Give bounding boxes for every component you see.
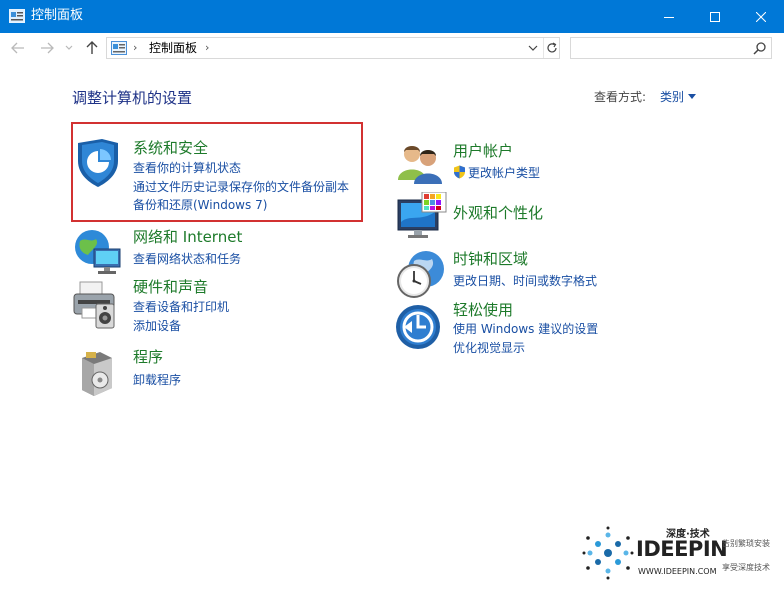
link-devices-printers[interactable]: 查看设备和打印机	[133, 299, 229, 315]
watermark-tagline: 告别繁琐安装	[722, 539, 770, 548]
forward-button[interactable]	[37, 38, 57, 58]
link-change-account-type[interactable]: 更改帐户类型	[468, 165, 540, 181]
chevron-down-icon	[528, 45, 538, 51]
category-title[interactable]: 系统和安全	[133, 139, 208, 158]
view-by-dropdown[interactable]: 类别	[660, 88, 697, 106]
maximize-button[interactable]	[692, 0, 738, 33]
ease-of-access-icon[interactable]	[396, 301, 448, 353]
category-title[interactable]: 外观和个性化	[453, 204, 543, 223]
ideepin-logo-icon	[582, 526, 634, 580]
link-add-device[interactable]: 添加设备	[133, 318, 181, 334]
category-network-internet: 网络和 Internet 查看网络状态和任务	[72, 227, 362, 274]
navigation-bar: › 控制面板 ›	[0, 33, 784, 63]
users-icon[interactable]	[396, 140, 448, 192]
link-uninstall-program[interactable]: 卸载程序	[133, 372, 181, 388]
window-title: 控制面板	[31, 8, 84, 23]
refresh-icon	[547, 42, 557, 53]
minimize-icon	[664, 16, 674, 18]
clock-globe-icon[interactable]	[396, 249, 448, 301]
arrow-right-icon	[41, 42, 54, 54]
link-change-date-time-format[interactable]: 更改日期、时间或数字格式	[453, 273, 597, 289]
category-system-security: 系统和安全 查看你的计算机状态 通过文件历史记录保存你的文件备份副本 备份和还原…	[72, 137, 362, 217]
monitor-palette-icon[interactable]	[396, 192, 448, 244]
link-view-computer-status[interactable]: 查看你的计算机状态	[133, 160, 241, 176]
minimize-button[interactable]	[646, 0, 692, 33]
control-panel-window: 控制面板 › 控制面板 › 调整计算机的设置 查看方式: 类别 系统和安全 查看…	[0, 0, 784, 593]
address-bar[interactable]: › 控制面板 ›	[106, 37, 560, 59]
close-icon	[756, 11, 766, 22]
control-panel-icon	[9, 9, 25, 23]
watermark-brand: IDEEPIN	[636, 537, 728, 561]
category-hardware-sound: 硬件和声音 查看设备和打印机 添加设备	[72, 278, 362, 338]
address-history-button[interactable]	[525, 40, 541, 56]
category-title[interactable]: 网络和 Internet	[133, 228, 242, 247]
watermark: 深度·技术 IDEEPIN WWW.IDEEPIN.COM 告别繁琐安装 享受深…	[580, 522, 784, 593]
view-by-value[interactable]: 类别	[660, 90, 684, 104]
watermark-tagline: 享受深度技术	[722, 563, 770, 572]
breadcrumb-item[interactable]: 控制面板	[149, 41, 197, 55]
link-backup-restore[interactable]: 备份和还原(Windows 7)	[133, 197, 267, 213]
view-by-label: 查看方式:	[594, 90, 647, 104]
page-title: 调整计算机的设置	[72, 89, 193, 107]
category-programs: 程序 卸载程序	[72, 348, 362, 396]
arrow-up-icon	[86, 41, 98, 54]
up-button[interactable]	[82, 38, 102, 58]
breadcrumb-separator-icon[interactable]: ›	[133, 41, 137, 54]
view-by: 查看方式: 类别	[594, 88, 697, 106]
category-title[interactable]: 时钟和区域	[453, 250, 528, 269]
programs-box-icon[interactable]	[72, 348, 124, 400]
category-clock-region: 时钟和区域 更改日期、时间或数字格式	[396, 249, 726, 299]
chevron-down-icon	[65, 45, 73, 50]
category-title[interactable]: 轻松使用	[453, 301, 513, 320]
title-bar: 控制面板	[0, 0, 784, 33]
link-file-history-backup[interactable]: 通过文件历史记录保存你的文件备份副本	[133, 179, 349, 195]
breadcrumb-separator-icon[interactable]: ›	[205, 41, 209, 54]
link-windows-recommended-settings[interactable]: 使用 Windows 建议的设置	[453, 321, 598, 337]
refresh-button[interactable]	[543, 38, 560, 58]
maximize-icon	[710, 11, 720, 22]
shield-icon[interactable]	[72, 137, 124, 189]
network-globe-icon[interactable]	[72, 227, 124, 279]
category-title[interactable]: 硬件和声音	[133, 278, 208, 297]
category-ease-of-access: 轻松使用 使用 Windows 建议的设置 优化视觉显示	[396, 301, 726, 361]
link-network-status[interactable]: 查看网络状态和任务	[133, 251, 241, 267]
shield-icon	[454, 165, 465, 179]
arrow-left-icon	[11, 42, 24, 54]
watermark-url: WWW.IDEEPIN.COM	[638, 567, 717, 576]
search-box[interactable]	[570, 37, 772, 59]
printer-speaker-icon[interactable]	[72, 278, 124, 330]
link-optimize-visual-display[interactable]: 优化视觉显示	[453, 340, 525, 356]
category-title[interactable]: 程序	[133, 348, 163, 367]
category-appearance: 外观和个性化	[396, 192, 726, 244]
category-user-accounts: 用户帐户 更改帐户类型	[396, 140, 726, 185]
search-input[interactable]	[571, 38, 749, 58]
control-panel-icon	[111, 41, 127, 55]
search-icon[interactable]	[753, 41, 767, 55]
chevron-down-icon[interactable]	[688, 94, 697, 99]
recent-locations-button[interactable]	[62, 38, 76, 58]
category-title[interactable]: 用户帐户	[453, 142, 513, 161]
back-button[interactable]	[8, 38, 28, 58]
close-button[interactable]	[738, 0, 784, 33]
